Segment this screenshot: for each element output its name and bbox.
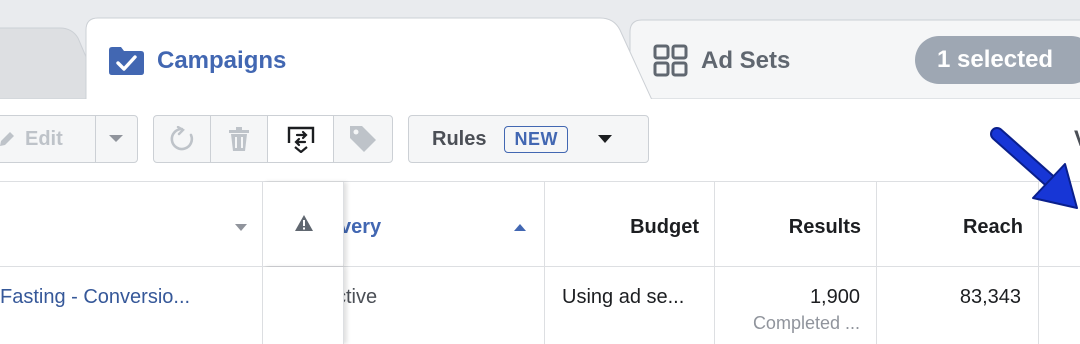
selected-count-label: 1 selected [937,46,1054,73]
table-row[interactable]: Fasting - Conversio... ctive Using ad se… [0,267,1080,344]
rules-button[interactable]: Rules NEW [408,115,649,163]
edit-button[interactable]: Edit [0,116,96,162]
grid-icon [653,44,688,77]
header-reach-label: Reach [962,216,1023,238]
cell-campaign-name: Fasting - Conversio... [0,267,263,344]
tag-button[interactable] [334,116,391,162]
cell-reach: 83,343 [877,267,1039,344]
tab-ad-sets-label: Ad Sets [701,47,791,74]
refresh-icon [170,126,194,151]
campaign-name-link[interactable]: Fasting - Conversio... [0,286,190,309]
cell-delivery: ctive [336,267,545,344]
rules-button-label: Rules [432,127,487,150]
chevron-down-icon[interactable] [235,224,247,232]
new-badge: NEW [504,125,568,153]
header-results-label: Results [788,216,861,238]
table-header-row: very Budget Results Reach [0,181,1080,267]
main-panel: Edit Rules NEW very Budget Results Reach… [0,99,1080,344]
header-delivery-label: very [340,216,382,238]
campaigns-table: very Budget Results Reach Fasting - Conv… [0,181,1080,344]
budget-value: Using ad se... [562,286,685,308]
results-subtext: Completed ... [752,313,860,333]
tag-icon [349,126,376,152]
warning-icon [295,215,313,231]
folder-check-icon [109,47,144,75]
tab-strip: Campaigns Ad Sets 1 selected [0,0,1080,100]
cell-warning [263,267,344,344]
selected-count-pill[interactable]: 1 selected [915,36,1080,84]
header-warning[interactable] [263,182,344,266]
delete-button[interactable] [211,116,268,162]
header-results[interactable]: Results [715,182,877,266]
caret-down-icon [597,135,612,143]
edit-button-label: Edit [25,127,63,150]
compare-button[interactable] [268,116,334,162]
annotation-arrow-icon [990,127,1078,209]
compare-icon [287,126,314,153]
header-delivery[interactable]: very [340,182,545,266]
tab-campaigns[interactable]: Campaigns [108,44,286,78]
chevron-down-icon [109,135,124,142]
header-budget-label: Budget [630,216,699,238]
toolbar: Edit Rules NEW [0,99,1080,181]
cell-budget: Using ad se... [545,267,715,344]
cell-next-column [1039,267,1080,344]
cell-results: 1,900 Completed ... [715,267,877,344]
results-value: 1,900 [809,286,860,308]
header-campaign-name[interactable] [0,182,263,266]
trash-icon [229,127,249,151]
header-budget[interactable]: Budget [545,182,715,266]
tab-ad-sets[interactable]: Ad Sets [653,44,790,78]
pencil-icon [0,132,14,146]
reach-value: 83,343 [959,286,1021,308]
edit-button-group: Edit [0,115,138,163]
duplicate-refresh-button[interactable] [154,116,211,162]
sort-ascending-icon[interactable] [514,223,526,231]
edit-dropdown-button[interactable] [96,116,137,162]
actions-button-group [153,115,393,163]
tab-campaigns-label: Campaigns [157,47,287,74]
